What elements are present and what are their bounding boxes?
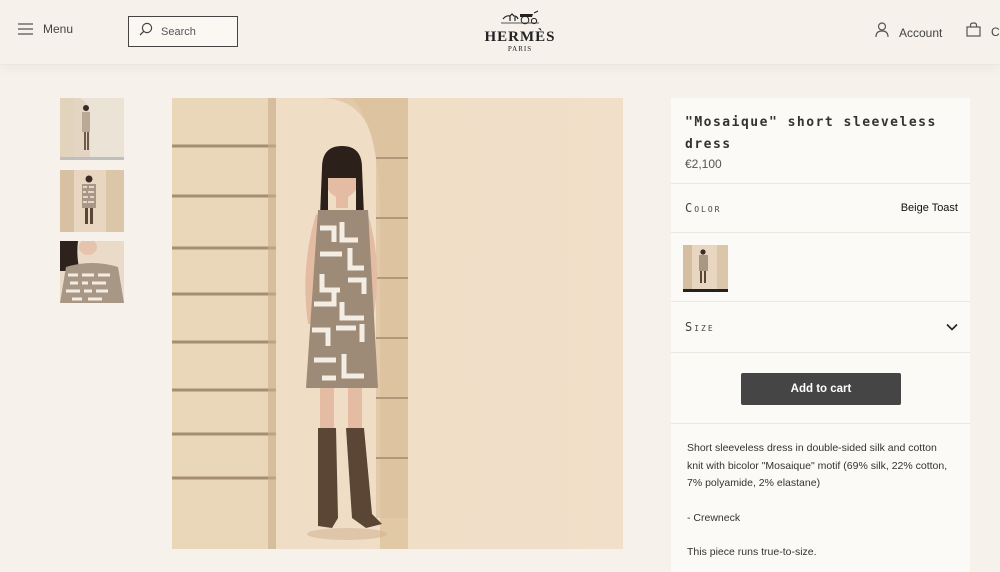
thumbnail-3[interactable] xyxy=(60,241,124,303)
size-label: Size xyxy=(685,320,715,334)
description-text: Short sleeveless dress in double-sided s… xyxy=(687,442,948,489)
account-label: Account xyxy=(899,25,943,40)
thumbnail-2[interactable] xyxy=(60,170,124,232)
carriage-logo-icon xyxy=(501,10,539,25)
product-title: "Mosaique" short sleeveless dress xyxy=(685,115,937,152)
product-info-panel: "Mosaique" short sleeveless dress €2,100… xyxy=(671,98,970,572)
product-title-section: "Mosaique" short sleeveless dress €2,100 xyxy=(671,98,970,184)
color-swatch-beige-toast[interactable] xyxy=(683,245,728,291)
menu-button[interactable]: Menu xyxy=(18,22,73,36)
search-icon xyxy=(139,22,153,41)
user-icon xyxy=(875,22,889,43)
color-row: Color Beige Toast xyxy=(671,184,970,233)
color-value: Beige Toast xyxy=(900,202,958,214)
cart-label: C xyxy=(991,25,1000,39)
search-box[interactable] xyxy=(128,16,238,47)
site-header: Menu HERMÈS PARIS Account C xyxy=(0,0,1000,64)
product-main-image[interactable] xyxy=(172,98,623,549)
logo-wordmark: HERMÈS xyxy=(484,29,556,45)
color-label: Color xyxy=(685,201,722,215)
cart-button[interactable]: C xyxy=(966,22,1000,42)
add-to-cart-button[interactable]: Add to cart xyxy=(741,373,901,405)
hamburger-icon xyxy=(18,23,33,35)
active-thumbnail-indicator xyxy=(60,157,124,160)
logo-subtitle: PARIS xyxy=(507,45,533,53)
product-price: €2,100 xyxy=(685,157,722,171)
feature-crewneck: - Crewneck xyxy=(687,511,741,524)
account-button[interactable]: Account xyxy=(875,22,942,43)
color-swatch-row xyxy=(671,233,970,302)
chevron-down-icon xyxy=(946,318,958,336)
add-to-cart-row: Add to cart xyxy=(671,353,970,424)
bag-icon xyxy=(966,22,981,42)
product-description: Short sleeveless dress in double-sided s… xyxy=(671,424,970,562)
size-selector[interactable]: Size xyxy=(671,302,970,353)
search-input[interactable] xyxy=(161,25,231,38)
selected-swatch-indicator xyxy=(683,289,728,292)
fit-note: This piece runs true-to-size. xyxy=(687,546,817,558)
menu-label: Menu xyxy=(43,22,74,36)
thumbnail-1[interactable] xyxy=(60,98,124,160)
hermes-logo[interactable]: HERMÈS PARIS xyxy=(470,10,570,53)
